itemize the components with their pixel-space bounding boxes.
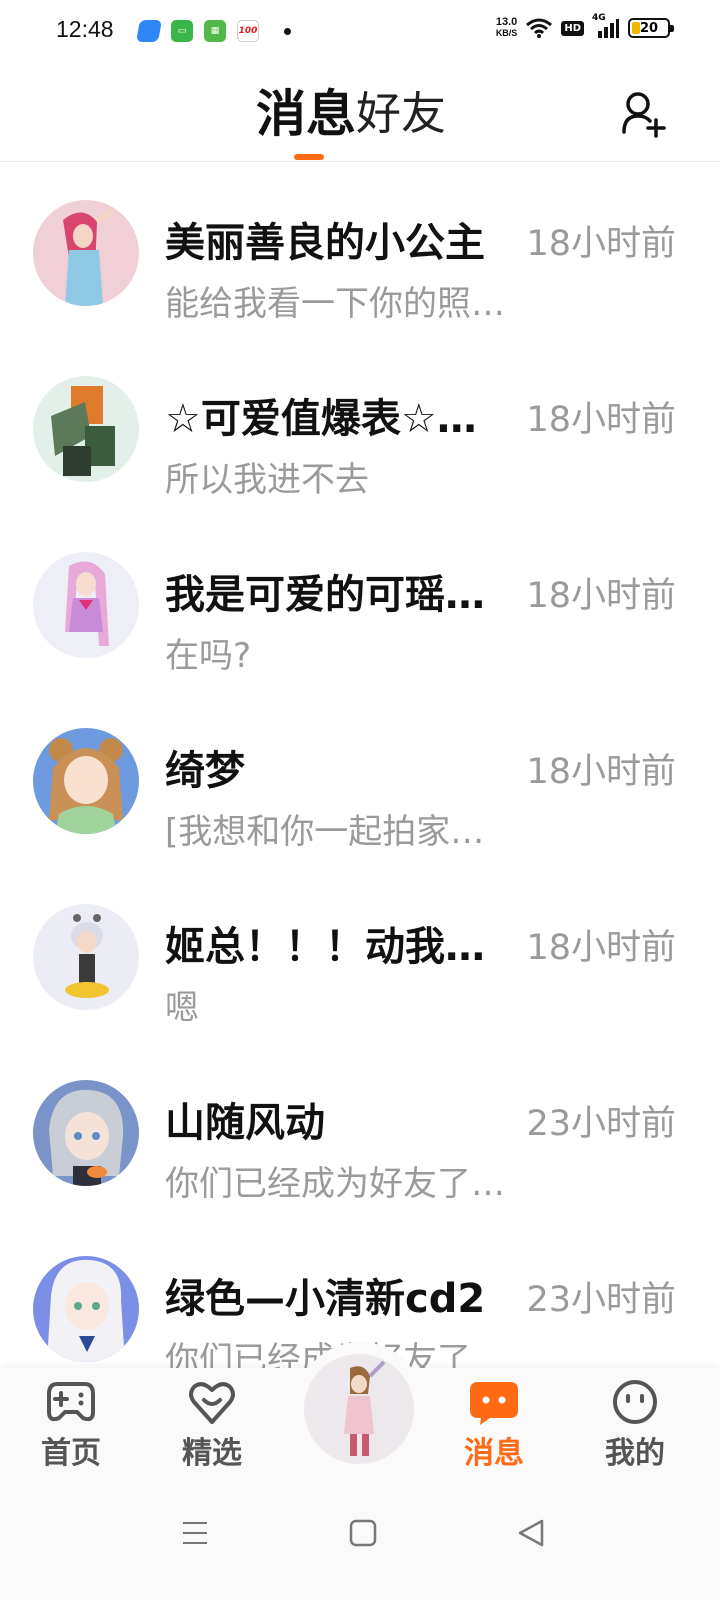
conversation-item[interactable]: 我是可爱的可瑶… 18小时前 在吗? bbox=[0, 518, 720, 694]
avatar[interactable] bbox=[33, 728, 139, 834]
back-triangle-icon[interactable] bbox=[516, 1518, 546, 1548]
nav-featured[interactable]: 精选 bbox=[162, 1378, 262, 1472]
green-chat-icon: ▭ bbox=[171, 20, 193, 42]
smiley-face-icon bbox=[613, 1380, 657, 1424]
conversation-item[interactable]: 美丽善良的小公主 18小时前 能给我看一下你的照片吗 bbox=[0, 166, 720, 342]
conversation-last-message: 在吗? bbox=[165, 636, 252, 676]
active-tab-indicator bbox=[294, 154, 324, 160]
center-avatar-button[interactable] bbox=[304, 1354, 414, 1464]
nav-home[interactable]: 首页 bbox=[21, 1378, 121, 1472]
notification-dot bbox=[284, 27, 291, 35]
add-friend-icon[interactable] bbox=[620, 90, 668, 138]
avatar[interactable] bbox=[33, 904, 139, 1010]
conversation-name: ☆可爱值爆表☆… bbox=[165, 396, 477, 442]
avatar[interactable] bbox=[33, 552, 139, 658]
wifi-icon bbox=[526, 18, 553, 38]
conversation-name: 绿色—小清新cd2 bbox=[165, 1276, 486, 1322]
conversation-list[interactable]: 美丽善良的小公主 18小时前 能给我看一下你的照片吗 ☆可爱值爆表☆… 18小时… bbox=[0, 166, 720, 1368]
header: 消息 好友 bbox=[0, 64, 720, 162]
chat-bubble-icon bbox=[470, 1382, 518, 1425]
green-store-icon: ▦ bbox=[204, 20, 226, 42]
home-square-icon[interactable] bbox=[348, 1518, 378, 1548]
tab-friends[interactable]: 好友 bbox=[356, 84, 446, 144]
conversation-item[interactable]: ☆可爱值爆表☆… 18小时前 所以我进不去 bbox=[0, 342, 720, 518]
network-speed: 13.0 KB/S bbox=[495, 16, 518, 39]
conversation-name: 山随风动 bbox=[165, 1100, 325, 1146]
hd-badge: HD bbox=[561, 20, 584, 36]
heart-icon bbox=[189, 1382, 235, 1424]
battery-icon: 20 bbox=[628, 18, 674, 38]
conversation-time: 23小时前 bbox=[526, 1280, 676, 1320]
conversation-time: 23小时前 bbox=[526, 1104, 676, 1144]
status-app-icons: ▭ ▦ 100 bbox=[136, 20, 291, 42]
nav-messages[interactable]: 消息 bbox=[444, 1378, 544, 1472]
conversation-name: 绮梦 bbox=[165, 748, 245, 794]
conversation-last-message: 你们已经成为好友了… bbox=[165, 1164, 505, 1204]
status-time: 12:48 bbox=[56, 16, 114, 42]
avatar[interactable] bbox=[33, 1256, 139, 1362]
conversation-name: 姬总！！！动我… bbox=[165, 924, 485, 970]
nav-messages-label: 消息 bbox=[464, 1436, 524, 1471]
conversation-time: 18小时前 bbox=[526, 752, 676, 792]
score-100-icon: 100 bbox=[237, 20, 259, 42]
conversation-last-message: 所以我进不去 bbox=[165, 460, 369, 500]
conversation-time: 18小时前 bbox=[526, 928, 676, 968]
status-indicators: 13.0 KB/S HD 4G 20 bbox=[495, 13, 674, 39]
gamepad-icon bbox=[47, 1382, 95, 1422]
conversation-time: 18小时前 bbox=[526, 576, 676, 616]
conversation-time: 18小时前 bbox=[526, 224, 676, 264]
nav-home-label: 首页 bbox=[41, 1436, 101, 1471]
conversation-last-message: 嗯 bbox=[165, 988, 199, 1028]
avatar[interactable] bbox=[33, 376, 139, 482]
tab-messages[interactable]: 消息 bbox=[256, 84, 356, 144]
nav-mine-label: 我的 bbox=[605, 1436, 665, 1471]
conversation-item[interactable]: 姬总！！！动我… 18小时前 嗯 bbox=[0, 870, 720, 1046]
nav-featured-label: 精选 bbox=[182, 1436, 242, 1471]
avatar[interactable] bbox=[33, 200, 139, 306]
header-tabs: 消息 好友 bbox=[256, 84, 446, 144]
blue-app-icon bbox=[136, 20, 162, 42]
status-bar: 12:48 ▭ ▦ 100 13.0 KB/S HD 4G 20 bbox=[0, 0, 720, 64]
conversation-name: 美丽善良的小公主 bbox=[165, 220, 485, 266]
nav-mine[interactable]: 我的 bbox=[585, 1378, 685, 1472]
conversation-last-message: 能给我看一下你的照片吗 bbox=[165, 284, 525, 324]
conversation-item[interactable]: 绮梦 18小时前 [我想和你一起拍家… bbox=[0, 694, 720, 870]
conversation-item[interactable]: 山随风动 23小时前 你们已经成为好友了… bbox=[0, 1046, 720, 1222]
avatar[interactable] bbox=[33, 1080, 139, 1186]
conversation-last-message: [我想和你一起拍家… bbox=[165, 812, 485, 852]
conversation-name: 我是可爱的可瑶… bbox=[165, 572, 485, 618]
system-nav-bar bbox=[0, 1480, 720, 1600]
signal-icon: 4G bbox=[592, 13, 620, 39]
menu-icon[interactable] bbox=[180, 1518, 210, 1548]
conversation-time: 18小时前 bbox=[526, 400, 676, 440]
